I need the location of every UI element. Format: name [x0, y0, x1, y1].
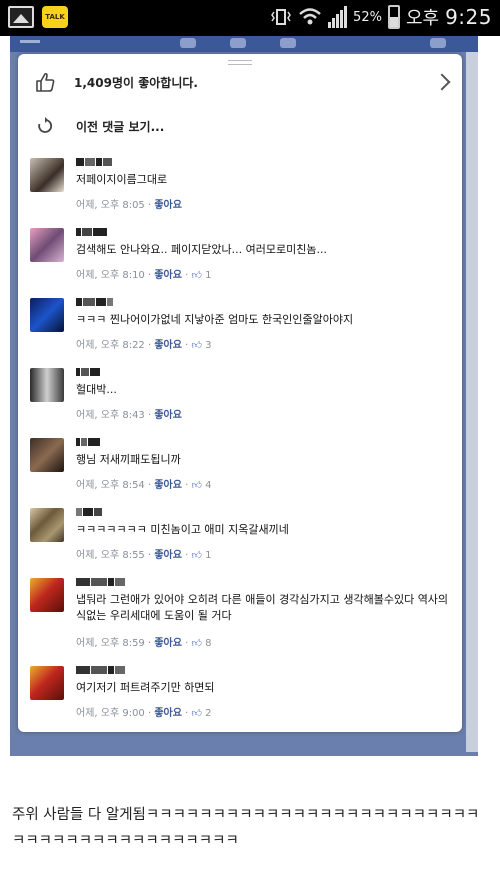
commenter-name-redacted[interactable] — [76, 438, 101, 448]
commenter-name-redacted[interactable] — [76, 228, 108, 238]
commenter-name-redacted[interactable] — [76, 508, 103, 518]
status-bar: TALK 52% 오후 9:25 — [0, 0, 500, 36]
previous-comments-row[interactable]: 이전 댓글 보기... — [18, 106, 462, 146]
messages-icon[interactable] — [230, 38, 246, 48]
like-link[interactable]: 좋아요 — [154, 410, 182, 421]
commenter-name-redacted[interactable] — [76, 158, 113, 168]
commenter-name-redacted[interactable] — [76, 298, 114, 308]
facebook-top-bar — [10, 36, 478, 52]
likes-row[interactable]: 1,409명이 좋아합니다. — [18, 62, 462, 102]
comment-text: 저페이지이름그대로 — [76, 173, 168, 186]
like-link[interactable]: 좋아요 — [154, 270, 182, 281]
comment-text: 행님 저새끼패도됩니까 — [76, 453, 181, 466]
comment-time: 어제, 오후 8:55 — [76, 550, 145, 561]
like-count: 4 — [205, 480, 212, 491]
system-status: 52% 오후 9:25 — [270, 4, 492, 30]
post-caption: 주위 사람들 다 알게됨ㅋㅋㅋㅋㅋㅋㅋㅋㅋㅋㅋㅋㅋㅋㅋㅋㅋㅋㅋㅋㅋㅋㅋㅋㅋㅋㅋㅋ… — [12, 807, 480, 849]
previous-comments-link[interactable]: 이전 댓글 보기... — [76, 118, 164, 135]
avatar[interactable] — [30, 298, 64, 332]
comment-meta: 어제, 오후 8:59 · 좋아요 · 👍︎ 8 — [76, 638, 212, 649]
avatar[interactable] — [30, 158, 64, 192]
thumbs-up-icon — [36, 72, 55, 92]
menu-icon[interactable] — [20, 40, 40, 43]
clock-time: 9:25 — [445, 5, 492, 29]
friend-requests-icon[interactable] — [180, 38, 196, 48]
comments-dialog[interactable]: 1,409명이 좋아합니다. 이전 댓글 보기... 저페이지이름그대로 어제,… — [18, 54, 462, 732]
comment-text: 헐대박... — [76, 383, 117, 396]
kakaotalk-notification-icon: TALK — [42, 6, 68, 28]
comment-time: 어제, 오후 8:22 — [76, 340, 145, 351]
notification-icons: TALK — [8, 6, 68, 28]
thumbs-up-icon: 👍︎ — [191, 480, 202, 491]
likes-count: 1,409명이 좋아합니다. — [74, 75, 198, 90]
avatar[interactable] — [30, 578, 64, 612]
thumbs-up-icon: 👍︎ — [191, 340, 202, 351]
like-count: 1 — [205, 550, 212, 561]
comment-text: ㅋㅋㅋㅋㅋㅋㅋ 미친놈이고 애미 지옥갈새끼네 — [76, 523, 289, 536]
thumbs-up-icon: 👍︎ — [191, 550, 202, 561]
people-icon[interactable] — [430, 38, 446, 48]
thumbs-up-icon: 👍︎ — [191, 638, 202, 649]
avatar[interactable] — [30, 368, 64, 402]
comment-time: 어제, 오후 8:54 — [76, 480, 145, 491]
comment-meta: 어제, 오후 8:22 · 좋아요 · 👍︎ 3 — [76, 340, 212, 351]
avatar[interactable] — [30, 666, 64, 700]
thumbs-up-icon: 👍︎ — [191, 270, 202, 281]
comment-time: 어제, 오후 9:00 — [76, 708, 145, 719]
thumbs-up-icon: 👍︎ — [191, 708, 202, 719]
comment-time: 어제, 오후 8:43 — [76, 410, 145, 421]
comment-meta: 어제, 오후 8:54 · 좋아요 · 👍︎ 4 — [76, 480, 212, 491]
commenter-name-redacted[interactable] — [76, 578, 126, 588]
avatar[interactable] — [30, 508, 64, 542]
comment-meta: 어제, 오후 9:00 · 좋아요 · 👍︎ 2 — [76, 708, 212, 719]
battery-icon — [387, 5, 400, 29]
comment-text: 검색해도 안나와요.. 페이지닫았나... 여러모로미친놈... — [76, 243, 327, 256]
like-count: 1 — [205, 270, 212, 281]
clock-ampm: 오후 — [405, 8, 440, 29]
comment-meta: 어제, 오후 8:10 · 좋아요 · 👍︎ 1 — [76, 270, 212, 281]
like-link[interactable]: 좋아요 — [154, 550, 182, 561]
like-link[interactable]: 좋아요 — [154, 480, 182, 491]
comment-meta: 어제, 오후 8:05 · 좋아요 — [76, 200, 182, 211]
like-link[interactable]: 좋아요 — [154, 638, 182, 649]
wifi-icon — [299, 8, 321, 25]
comment-meta: 어제, 오후 8:55 · 좋아요 · 👍︎ 1 — [76, 550, 212, 561]
refresh-icon — [38, 117, 53, 133]
commenter-name-redacted[interactable] — [76, 368, 101, 378]
comment-time: 어제, 오후 8:05 — [76, 200, 145, 211]
like-count: 3 — [205, 340, 212, 351]
like-count: 8 — [205, 638, 212, 649]
comment-text: 냅둬라 그런애가 있어야 오히려 다른 애들이 경각심가지고 생각해볼수있다 역… — [76, 593, 449, 622]
side-strip — [466, 52, 478, 752]
comment-text: 여기저기 퍼트려주기만 하면되 — [76, 681, 215, 694]
comment-time: 어제, 오후 8:59 — [76, 638, 145, 649]
vibrate-icon — [271, 9, 291, 25]
comment-time: 어제, 오후 8:10 — [76, 270, 145, 281]
notifications-icon[interactable] — [280, 38, 296, 48]
gallery-notification-icon — [8, 6, 34, 28]
battery-percent: 52% — [353, 9, 382, 25]
like-count: 2 — [205, 708, 212, 719]
like-link[interactable]: 좋아요 — [154, 340, 182, 351]
signal-icon — [328, 6, 348, 28]
avatar[interactable] — [30, 438, 64, 472]
comment-text: ㅋㅋㅋ 찐나어이가없네 지낳아준 엄마도 한국인인줄알아야지 — [76, 313, 354, 326]
comment-meta: 어제, 오후 8:43 · 좋아요 — [76, 410, 182, 421]
like-link[interactable]: 좋아요 — [154, 708, 182, 719]
avatar[interactable] — [30, 228, 64, 262]
like-link[interactable]: 좋아요 — [154, 200, 182, 211]
chevron-right-icon[interactable] — [433, 73, 451, 91]
commenter-name-redacted[interactable] — [76, 666, 126, 676]
